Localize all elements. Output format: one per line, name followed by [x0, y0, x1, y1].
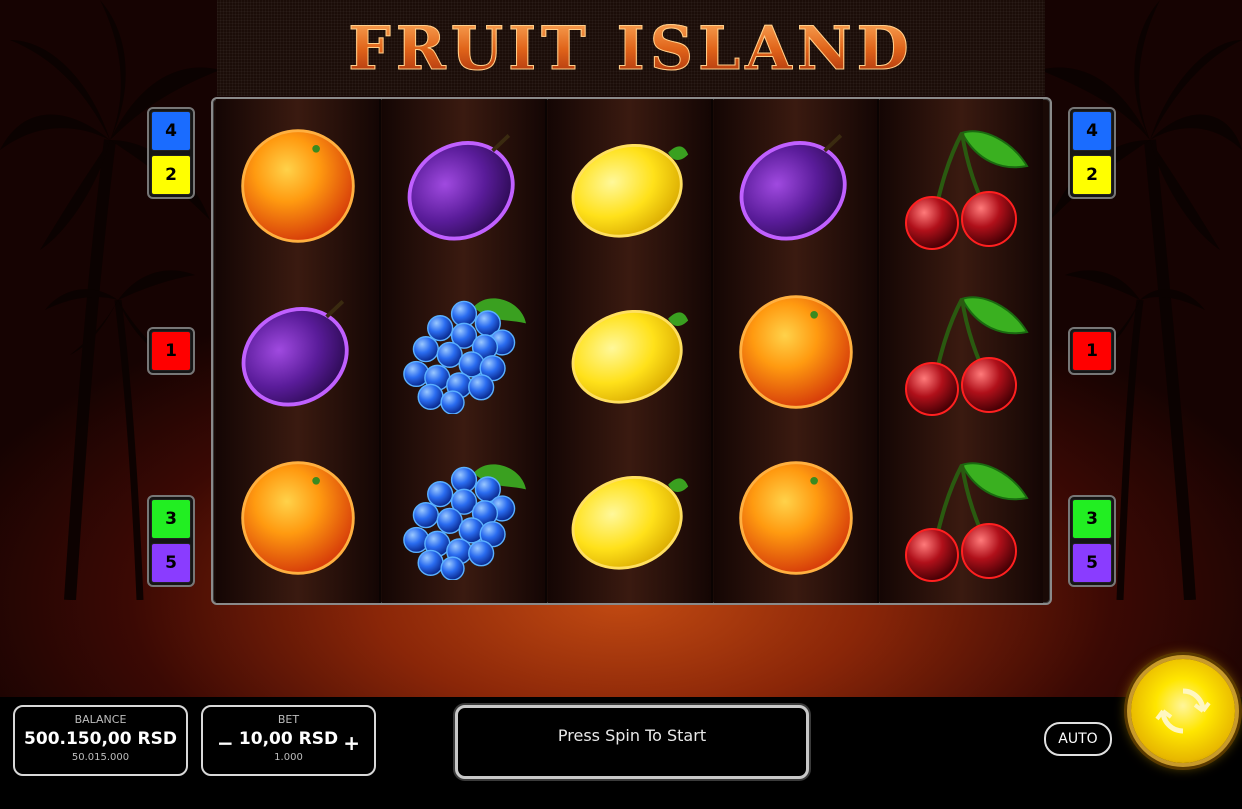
payline-group-left-top: 4 2 — [147, 107, 195, 199]
reel-1 — [216, 99, 381, 603]
lemon-icon — [548, 435, 711, 601]
balance-credits: 50.015.000 — [71, 752, 130, 763]
plum-icon — [216, 269, 379, 435]
lemon-icon — [548, 103, 711, 269]
spin-button[interactable] — [1131, 659, 1235, 763]
payline-badge: 2 — [151, 155, 191, 195]
palm-tree-right — [1040, 0, 1242, 600]
reels-grid — [211, 97, 1052, 605]
game-title: FRUIT ISLAND — [217, 14, 1045, 85]
reel-4 — [714, 99, 879, 603]
orange-icon — [216, 103, 379, 269]
payline-badge: 1 — [151, 331, 191, 371]
refresh-icon — [1155, 688, 1211, 734]
reel-5 — [880, 99, 1043, 603]
cherries-icon — [880, 435, 1043, 601]
reel-2 — [382, 99, 547, 603]
orange-icon — [714, 435, 877, 601]
bet-label: BET — [277, 713, 300, 726]
payline-badge: 4 — [1072, 111, 1112, 151]
status-message: Press Spin To Start — [455, 705, 809, 779]
payline-badge: 1 — [1072, 331, 1112, 371]
autoplay-button[interactable]: AUTO — [1044, 722, 1112, 756]
cherries-icon — [880, 269, 1043, 435]
balance-label: BALANCE — [74, 713, 127, 726]
bet-increase-button[interactable]: + — [343, 731, 360, 755]
plum-icon — [714, 103, 877, 269]
payline-group-right-middle: 1 — [1068, 327, 1116, 375]
payline-badge: 3 — [151, 499, 191, 539]
orange-icon — [216, 435, 379, 601]
payline-group-right-bottom: 3 5 — [1068, 495, 1116, 587]
grapes-icon — [382, 269, 545, 435]
payline-badge: 2 — [1072, 155, 1112, 195]
payline-badge: 3 — [1072, 499, 1112, 539]
reel-3 — [548, 99, 713, 603]
payline-group-left-middle: 1 — [147, 327, 195, 375]
payline-group-right-top: 4 2 — [1068, 107, 1116, 199]
payline-group-left-bottom: 3 5 — [147, 495, 195, 587]
payline-badge: 4 — [151, 111, 191, 151]
balance-panel: BALANCE 500.150,00 RSD 50.015.000 — [13, 705, 188, 776]
balance-value: 500.150,00 RSD — [24, 729, 177, 749]
payline-badge: 5 — [151, 543, 191, 583]
lemon-icon — [548, 269, 711, 435]
orange-icon — [714, 269, 877, 435]
grapes-icon — [382, 435, 545, 601]
bet-panel: BET 10,00 RSD 1.000 − + — [201, 705, 376, 776]
cherries-icon — [880, 103, 1043, 269]
plum-icon — [382, 103, 545, 269]
payline-badge: 5 — [1072, 543, 1112, 583]
bet-decrease-button[interactable]: − — [217, 731, 234, 755]
